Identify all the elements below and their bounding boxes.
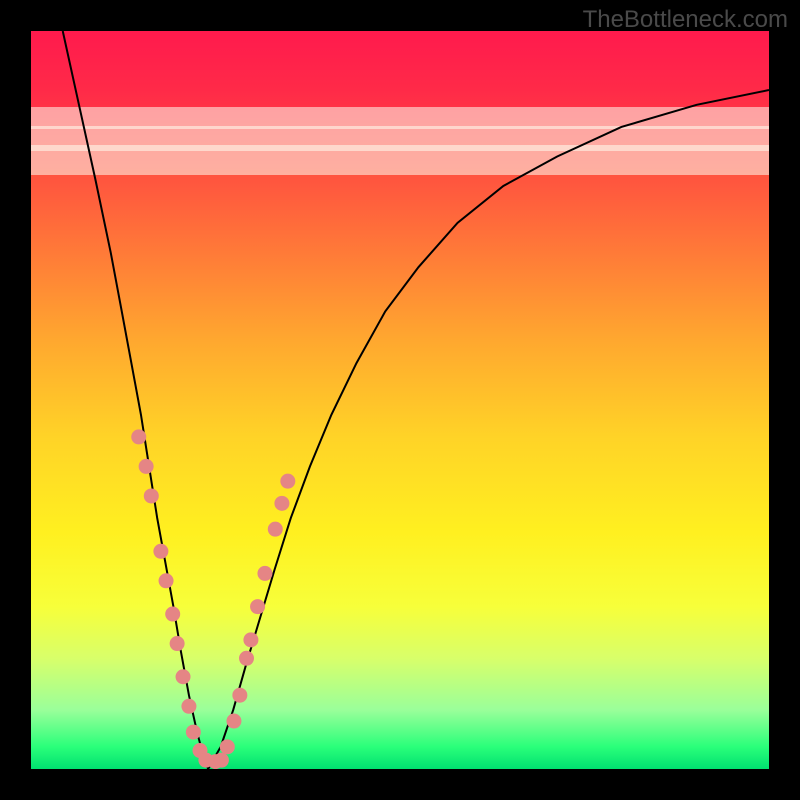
curves-svg	[31, 31, 769, 769]
right-curve	[208, 90, 769, 769]
data-marker	[170, 636, 185, 651]
data-marker	[131, 429, 146, 444]
watermark-text: TheBottleneck.com	[583, 6, 788, 34]
data-marker	[232, 688, 247, 703]
data-marker	[268, 522, 283, 537]
data-marker	[176, 669, 191, 684]
data-marker	[250, 599, 265, 614]
data-marker	[159, 573, 174, 588]
data-marker	[280, 474, 295, 489]
plot-area	[31, 31, 769, 769]
marker-group	[131, 429, 295, 769]
data-marker	[165, 607, 180, 622]
data-marker	[239, 651, 254, 666]
data-marker	[144, 488, 159, 503]
data-marker	[220, 739, 235, 754]
data-marker	[243, 632, 258, 647]
chart-container: TheBottleneck.com	[0, 0, 800, 800]
data-marker	[153, 544, 168, 559]
data-marker	[181, 699, 196, 714]
data-marker	[226, 714, 241, 729]
data-marker	[214, 753, 229, 768]
data-marker	[274, 496, 289, 511]
data-marker	[139, 459, 154, 474]
left-curve	[63, 31, 208, 769]
data-marker	[257, 566, 272, 581]
data-marker	[186, 725, 201, 740]
